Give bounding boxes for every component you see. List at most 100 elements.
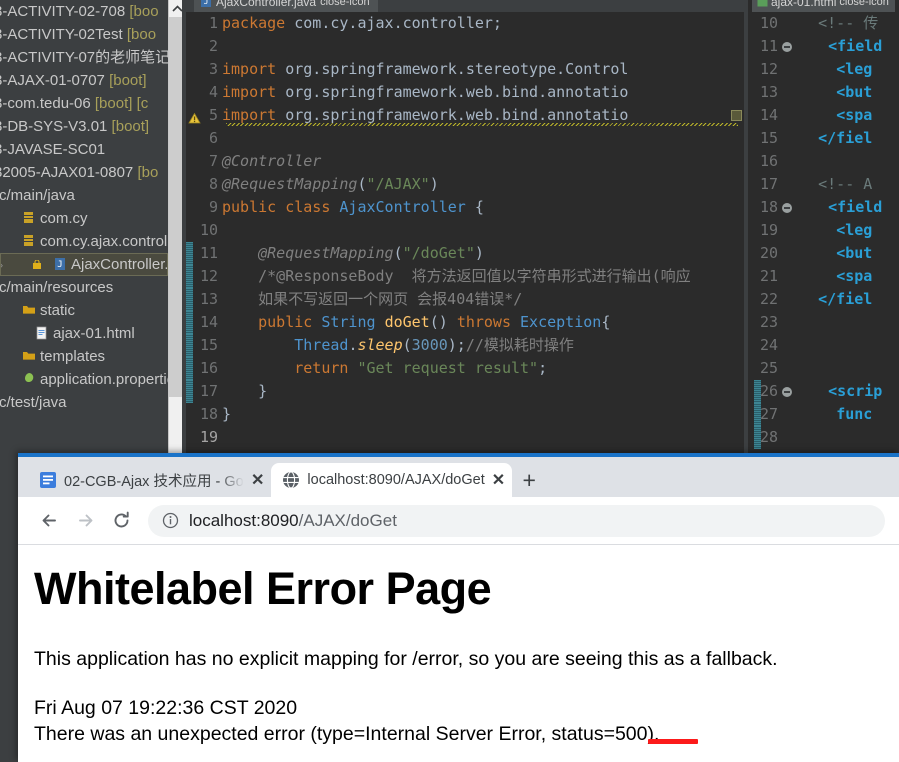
tree-item-com-cy[interactable]: com.cy — [0, 207, 168, 230]
code-line-2[interactable]: 2 — [186, 35, 744, 58]
code-line-21[interactable]: 21 <spa — [748, 265, 899, 288]
project-tree[interactable]: 3-ACTIVITY-02-708 [boo 3-ACTIVITY-02Test … — [0, 0, 168, 414]
tree-item-label: 32005-AJAX01-0807 — [0, 164, 134, 181]
tree-item-3-javase-sc01[interactable]: 3-JAVASE-SC01 — [0, 138, 168, 161]
tree-item-ajax-01-html[interactable]: ajax-01.html — [0, 322, 168, 345]
code-line-19[interactable]: 19 — [186, 426, 744, 449]
address-bar[interactable]: localhost:8090/AJAX/doGet — [148, 504, 885, 537]
line-number: 23 — [759, 313, 778, 331]
tree-item-static[interactable]: static — [0, 299, 168, 322]
code-text: import org.springframework.web.bind.anno… — [222, 83, 629, 101]
code-line-23[interactable]: 23 — [748, 311, 899, 334]
fold-marker-icon[interactable] — [782, 387, 792, 397]
code-line-6[interactable]: 6 — [186, 127, 744, 150]
code-line-15[interactable]: 15 Thread.sleep(3000);//模拟耗时操作 — [186, 334, 744, 357]
collapsed-imports-marker[interactable] — [731, 110, 742, 121]
code-line-13[interactable]: 13 如果不写返回一个网页 会报404错误*/ — [186, 288, 744, 311]
chrome-browser-window[interactable]: 02-CGB-Ajax 技术应用 - Google✕localhost:8090… — [18, 453, 899, 762]
close-icon[interactable]: close-icon — [839, 0, 889, 8]
code-line-22[interactable]: 22 </fiel — [748, 288, 899, 311]
tree-item-suffix: [boo — [125, 3, 159, 20]
tree-item-rc-main-resources[interactable]: rc/main/resources — [0, 276, 168, 299]
editor-tab-ajax01html[interactable]: ajax-01.html close-icon — [752, 0, 895, 12]
tree-item-3-activity-02test[interactable]: 3-ACTIVITY-02Test [boo — [0, 23, 168, 46]
close-icon[interactable]: ✕ — [492, 470, 505, 490]
code-line-7[interactable]: 7 @Controller — [186, 150, 744, 173]
tree-item-label: 3-com.tedu-06 — [0, 95, 91, 112]
package-icon — [22, 234, 37, 249]
code-line-14[interactable]: 14 <spa — [748, 104, 899, 127]
close-icon[interactable]: ✕ — [251, 470, 264, 490]
code-text: return "Get request result"; — [294, 359, 548, 377]
code-line-9[interactable]: 9 public class AjaxController { — [186, 196, 744, 219]
code-line-5[interactable]: 5 import org.springframework.web.bind.ann… — [186, 104, 744, 127]
line-number: 11 — [759, 37, 778, 55]
tree-item-templates[interactable]: templates — [0, 345, 168, 368]
code-text: Thread.sleep(3000);//模拟耗时操作 — [294, 336, 574, 354]
back-button[interactable] — [32, 504, 66, 538]
code-line-24[interactable]: 24 — [748, 334, 899, 357]
code-text: import org.springframework.stereotype.Co… — [222, 60, 629, 78]
code-line-8[interactable]: 8 @RequestMapping("/AJAX") — [186, 173, 744, 196]
line-number: 25 — [759, 359, 778, 377]
tree-item-rc-test-java[interactable]: rc/test/java — [0, 391, 168, 414]
code-line-1[interactable]: 1 package com.cy.ajax.controller; — [186, 12, 744, 35]
warning-icon[interactable] — [188, 109, 202, 124]
code-text: <!-- 传 — [818, 14, 879, 32]
code-lines-html[interactable]: 10 <!-- 传 11 <field 12 <leg 13 <but 14 <spa 1… — [748, 12, 899, 460]
code-line-13[interactable]: 13 <but — [748, 81, 899, 104]
code-text: <spa — [836, 267, 873, 285]
tree-twisty-icon[interactable]: › — [0, 254, 9, 276]
code-line-16[interactable]: 16 — [748, 150, 899, 173]
code-line-26[interactable]: 26 <scrip — [748, 380, 899, 403]
browser-tab-1[interactable]: 02-CGB-Ajax 技术应用 - Google ✕ — [28, 463, 271, 497]
tree-item-3-activity-07[interactable]: 3-ACTIVITY-07的老师笔记 — [0, 46, 168, 69]
code-line-27[interactable]: 27 func — [748, 403, 899, 426]
tree-item-32005-ajax01-0807[interactable]: 32005-AJAX01-0807 [bo — [0, 161, 168, 184]
browser-tabbar[interactable]: 02-CGB-Ajax 技术应用 - Google✕localhost:8090… — [18, 457, 899, 497]
tree-item-rc-main-java[interactable]: rc/main/java — [0, 184, 168, 207]
tree-item-3-db-sys-v3-01[interactable]: 3-DB-SYS-V3.01 [boot] — [0, 115, 168, 138]
code-lines-java[interactable]: 1 package com.cy.ajax.controller; 2 3 import… — [186, 12, 744, 460]
fold-marker-icon[interactable] — [782, 42, 792, 52]
package-explorer[interactable]: 3-ACTIVITY-02-708 [boo 3-ACTIVITY-02Test … — [0, 0, 168, 460]
tree-item-ajaxcontroller-java[interactable]: › J AjaxController.java — [0, 253, 168, 276]
new-tab-button[interactable]: + — [512, 463, 546, 497]
forward-button[interactable] — [68, 504, 102, 538]
code-line-12[interactable]: 12 <leg — [748, 58, 899, 81]
code-line-17[interactable]: 17 <!-- A — [748, 173, 899, 196]
code-line-11[interactable]: 11 <field — [748, 35, 899, 58]
code-editor-ajax01html[interactable]: ajax-01.html close-icon 10 <!-- 传 11 <fie… — [748, 0, 899, 460]
code-line-28[interactable]: 28 — [748, 426, 899, 449]
browser-toolbar[interactable]: localhost:8090/AJAX/doGet — [18, 497, 899, 545]
code-line-14[interactable]: 14 public String doGet() throws Exceptio… — [186, 311, 744, 334]
browser-tab-2[interactable]: localhost:8090/AJAX/doGet ✕ — [271, 463, 513, 497]
code-line-12[interactable]: 12 /*@ResponseBody 将方法返回值以字符串形式进行输出(响应 — [186, 265, 744, 288]
browser-tab-title: localhost:8090/AJAX/doGet — [307, 472, 485, 488]
code-editor-ajaxcontroller[interactable]: J AjaxController.java close-icon 1 packag… — [186, 0, 744, 460]
folder-icon — [22, 349, 37, 364]
code-line-17[interactable]: 17 } — [186, 380, 744, 403]
code-line-25[interactable]: 25 — [748, 357, 899, 380]
tree-item-com-cy-ajax-controller[interactable]: com.cy.ajax.controller — [0, 230, 168, 253]
code-line-18[interactable]: 18} — [186, 403, 744, 426]
fold-marker-icon[interactable] — [782, 203, 792, 213]
code-line-10[interactable]: 10 <!-- 传 — [748, 12, 899, 35]
code-line-3[interactable]: 3 import org.springframework.stereotype.C… — [186, 58, 744, 81]
reload-button[interactable] — [104, 504, 138, 538]
code-line-16[interactable]: 16 return "Get request result"; — [186, 357, 744, 380]
editor-tab-ajaxcontroller[interactable]: J AjaxController.java close-icon — [194, 0, 378, 12]
code-line-18[interactable]: 18 <field — [748, 196, 899, 219]
tree-item-3-ajax-01-0707[interactable]: 3-AJAX-01-0707 [boot] — [0, 69, 168, 92]
code-line-20[interactable]: 20 <but — [748, 242, 899, 265]
tree-item-3-com-tedu-06[interactable]: 3-com.tedu-06 [boot] [c — [0, 92, 168, 115]
code-line-19[interactable]: 19 <leg — [748, 219, 899, 242]
tree-item-application-properties[interactable]: application.properties — [0, 368, 168, 391]
code-line-10[interactable]: 10 — [186, 219, 744, 242]
code-line-11[interactable]: 11 @RequestMapping("/doGet") — [186, 242, 744, 265]
change-marker — [754, 403, 761, 426]
code-line-15[interactable]: 15 </fiel — [748, 127, 899, 150]
code-line-4[interactable]: 4 import org.springframework.web.bind.ann… — [186, 81, 744, 104]
close-icon[interactable]: close-icon — [320, 0, 370, 8]
tree-item-3-activity-02-708[interactable]: 3-ACTIVITY-02-708 [boo — [0, 0, 168, 23]
